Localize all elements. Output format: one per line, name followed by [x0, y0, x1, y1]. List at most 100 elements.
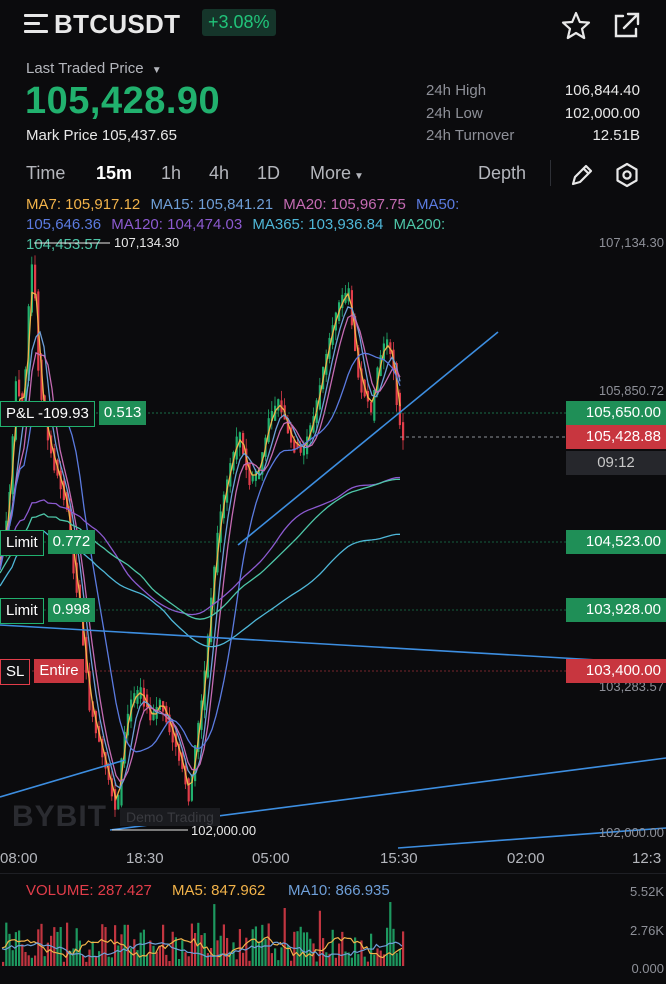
volume-bar	[398, 948, 401, 966]
volume-bar	[30, 957, 33, 966]
volume-bar	[190, 923, 193, 966]
volume-bar	[210, 947, 213, 966]
volume-bar	[226, 937, 229, 966]
last-price-label[interactable]: Last Traded Price ▼	[26, 60, 162, 77]
sl-price-tag[interactable]: 103,400.00	[566, 659, 666, 683]
axis-label: 107,134.30	[598, 235, 664, 250]
volume-bar	[245, 937, 248, 966]
volume-bar	[392, 928, 395, 966]
pnl-price-tag[interactable]: 105,650.00	[566, 401, 666, 425]
tab-1d[interactable]: 1D	[257, 163, 280, 184]
pnl-label: P&L -109.93	[0, 401, 95, 427]
limit-order-tag[interactable]: Limit 0.998	[0, 598, 96, 624]
caret-down-icon: ▼	[354, 171, 364, 182]
volume-bar	[66, 922, 69, 966]
volume-bar	[171, 931, 174, 966]
divider	[550, 160, 551, 186]
volume-bar	[139, 932, 142, 966]
volume-bar	[88, 949, 91, 966]
volume-bar	[126, 924, 129, 966]
volume-chart[interactable]	[0, 900, 666, 984]
star-icon[interactable]	[560, 10, 592, 42]
sl-order-tag[interactable]: SL Entire	[0, 659, 84, 685]
candle	[18, 379, 21, 397]
turnover-label: 24h Turnover	[426, 127, 515, 144]
volume-value: VOLUME: 287.427	[26, 882, 152, 899]
limit-qty: 0.998	[47, 598, 96, 622]
volume-bar	[11, 950, 14, 966]
limit-order-tag[interactable]: Limit 0.772	[0, 530, 96, 556]
volume-bar	[306, 932, 309, 966]
limit-label: Limit	[0, 530, 44, 556]
volume-bars	[2, 902, 405, 966]
volume-bar	[104, 927, 107, 966]
volume-bar	[283, 908, 286, 966]
time-label: 08:00	[0, 850, 38, 867]
volume-bar	[270, 953, 273, 966]
volume-bar	[82, 955, 85, 966]
tab-1h[interactable]: 1h	[161, 163, 181, 184]
divider	[0, 873, 666, 874]
volume-bar	[101, 924, 104, 966]
high-value: 106,844.40	[564, 82, 640, 99]
volume-bar	[43, 956, 46, 966]
tab-4h[interactable]: 4h	[209, 163, 229, 184]
limit-qty: 0.772	[47, 530, 96, 554]
volume-bar	[274, 948, 277, 966]
low-value: 102,000.00	[564, 105, 640, 122]
volume-bar	[184, 952, 187, 966]
volume-bar	[277, 960, 280, 966]
pnl-qty: 0.513	[98, 401, 147, 425]
tab-more[interactable]: More ▼	[310, 163, 364, 184]
volume-bar	[216, 940, 219, 966]
tab-time[interactable]: Time	[26, 163, 65, 184]
volume-bar	[181, 940, 184, 966]
volume-bar	[62, 961, 65, 966]
time-label: 12:3	[632, 850, 662, 867]
volume-ma10: MA10: 866.935	[288, 882, 390, 899]
volume-bar	[98, 951, 101, 966]
volume-bar	[222, 924, 225, 966]
tab-15m[interactable]: 15m	[96, 163, 132, 184]
watermark-logo: BYBIT	[12, 800, 107, 833]
volume-bar	[267, 923, 270, 966]
volume-bar	[290, 960, 293, 966]
limit-price-tag[interactable]: 103,928.00	[566, 598, 666, 622]
volume-bar	[219, 935, 222, 966]
axis-label: 102,000.00	[598, 825, 664, 840]
volume-bar	[114, 925, 117, 966]
pencil-icon[interactable]	[568, 161, 596, 189]
tab-depth[interactable]: Depth	[478, 163, 526, 184]
volume-bar	[75, 928, 78, 966]
ma20-value: MA20: 105,967.75	[283, 196, 406, 213]
volume-bar	[174, 937, 177, 966]
volume-bar	[168, 961, 171, 966]
pnl-order-tag[interactable]: P&L -109.93 0.513	[0, 401, 147, 427]
ma15-value: MA15: 105,841.21	[150, 196, 274, 213]
volume-bar	[152, 945, 155, 966]
volume-bar	[379, 950, 382, 966]
time-label: 15:30	[380, 850, 418, 867]
trendline[interactable]	[0, 759, 126, 798]
settings-icon[interactable]	[613, 161, 641, 189]
symbol-title[interactable]: BTCUSDT	[54, 9, 180, 40]
limit-price-tag[interactable]: 104,523.00	[566, 530, 666, 554]
watermark-sub: Demo Trading	[120, 808, 220, 826]
volume-axis-label: 5.52K	[630, 884, 664, 899]
candle	[152, 711, 155, 721]
volume-bar	[203, 933, 206, 966]
volume-bar	[178, 959, 181, 966]
volume-bar	[158, 945, 161, 966]
volume-bar	[363, 956, 366, 966]
volume-bar	[91, 941, 94, 966]
volume-bar	[389, 902, 392, 966]
candle	[370, 401, 373, 413]
volume-bar	[402, 931, 405, 966]
limit-label: Limit	[0, 598, 44, 624]
sl-label: SL	[0, 659, 31, 685]
time-label: 05:00	[252, 850, 290, 867]
time-label: 02:00	[507, 850, 545, 867]
last-price-tag: 105,428.88	[566, 425, 666, 449]
menu-icon[interactable]	[24, 14, 48, 34]
share-icon[interactable]	[610, 10, 642, 42]
